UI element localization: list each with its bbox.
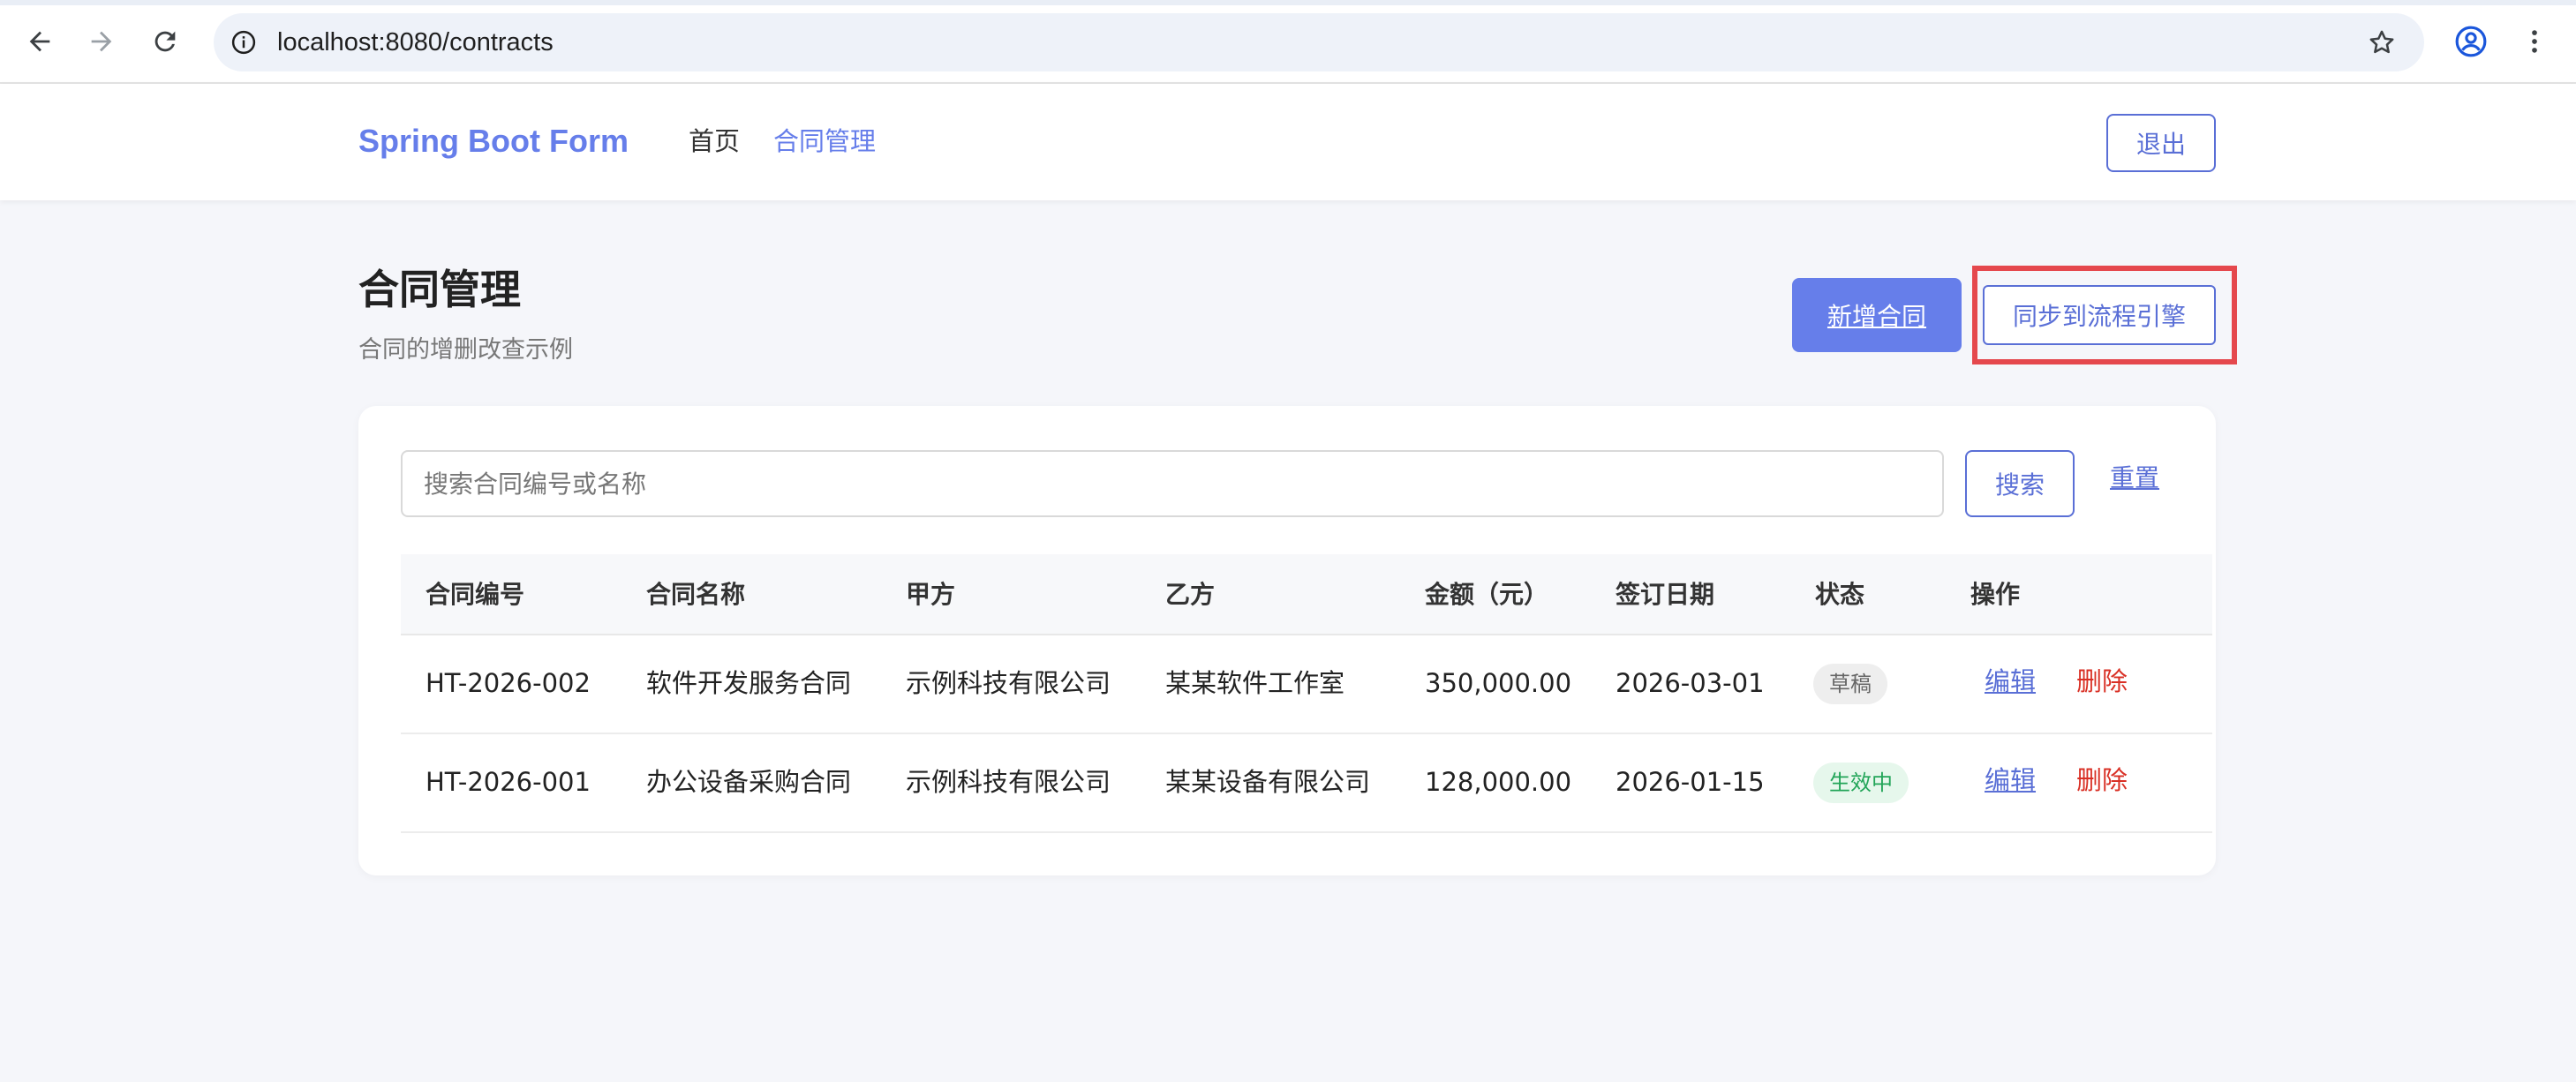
star-icon <box>2369 30 2394 54</box>
url-text: localhost:8080/contracts <box>277 28 554 56</box>
table-header: 合同编号 合同名称 甲方 乙方 金额（元） 签订日期 状态 操作 <box>401 554 2212 635</box>
browser-toolbar: localhost:8080/contracts <box>0 0 2576 84</box>
site-info-icon[interactable] <box>226 25 261 60</box>
arrow-right-icon <box>91 31 112 52</box>
page-subtitle: 合同的增删改查示例 <box>358 336 573 364</box>
status-badge: 生效中 <box>1813 763 1909 803</box>
app-navbar: Spring Boot Form 首页 合同管理 退出 <box>0 84 2576 200</box>
cell-party-b: 某某软件工作室 <box>1165 668 1345 698</box>
cell-code: HT-2026-001 <box>426 767 591 797</box>
cell-name: 软件开发服务合同 <box>646 668 852 698</box>
cell-party-b: 某某设备有限公司 <box>1165 767 1371 797</box>
reload-button[interactable] <box>143 19 187 64</box>
search-input[interactable] <box>401 450 1944 517</box>
edit-link[interactable]: 编辑 <box>1985 665 2036 697</box>
nav-link-contracts[interactable]: 合同管理 <box>773 125 876 157</box>
reset-link[interactable]: 重置 <box>2110 462 2159 494</box>
header-party-b: 乙方 <box>1165 580 1216 609</box>
reload-icon <box>154 31 176 52</box>
account-icon <box>2455 26 2487 57</box>
sync-workflow-button[interactable]: 同步到流程引擎 <box>1983 285 2216 345</box>
logout-button[interactable]: 退出 <box>2106 114 2216 172</box>
table-row: HT-2026-002 软件开发服务合同 示例科技有限公司 某某软件工作室 35… <box>401 635 2212 734</box>
nav-link-home[interactable]: 首页 <box>689 125 740 157</box>
cell-amount: 350,000.00 <box>1425 668 1572 698</box>
cell-party-a: 示例科技有限公司 <box>906 767 1111 797</box>
back-button[interactable] <box>18 19 62 64</box>
profile-button[interactable] <box>2449 19 2493 64</box>
brand-logo[interactable]: Spring Boot Form <box>358 123 629 160</box>
browser-tab-strip <box>0 0 2576 5</box>
info-icon <box>231 30 256 55</box>
add-contract-button[interactable]: 新增合同 <box>1792 278 1962 352</box>
status-badge: 草稿 <box>1813 664 1887 704</box>
header-actions: 操作 <box>1970 580 2021 609</box>
header-code: 合同编号 <box>426 580 525 609</box>
contracts-card: 搜索 重置 合同编号 合同名称 甲方 乙方 金额（元） 签订日期 状态 操作 H… <box>358 406 2216 875</box>
browser-menu-button[interactable] <box>2512 19 2557 64</box>
table-row: HT-2026-001 办公设备采购合同 示例科技有限公司 某某设备有限公司 1… <box>401 734 2212 833</box>
kebab-menu-icon <box>2532 30 2537 53</box>
forward-button[interactable] <box>79 19 124 64</box>
bookmark-star-icon[interactable] <box>2364 25 2399 60</box>
delete-link[interactable]: 删除 <box>2076 665 2128 697</box>
delete-link[interactable]: 删除 <box>2076 764 2128 796</box>
arrow-left-icon <box>29 31 50 52</box>
cell-date: 2026-01-15 <box>1616 767 1765 797</box>
header-date: 签订日期 <box>1616 580 1715 609</box>
page-title: 合同管理 <box>358 266 521 313</box>
cell-code: HT-2026-002 <box>426 668 591 698</box>
header-amount: 金额（元） <box>1425 580 1549 609</box>
cell-amount: 128,000.00 <box>1425 767 1572 797</box>
header-name: 合同名称 <box>646 580 746 609</box>
header-party-a: 甲方 <box>906 580 956 609</box>
search-button[interactable]: 搜索 <box>1965 450 2075 517</box>
cell-party-a: 示例科技有限公司 <box>906 668 1111 698</box>
header-status: 状态 <box>1815 580 1865 609</box>
address-bar[interactable]: localhost:8080/contracts <box>214 13 2424 71</box>
edit-link[interactable]: 编辑 <box>1985 764 2036 796</box>
cell-name: 办公设备采购合同 <box>646 767 852 797</box>
cell-date: 2026-03-01 <box>1616 668 1765 698</box>
